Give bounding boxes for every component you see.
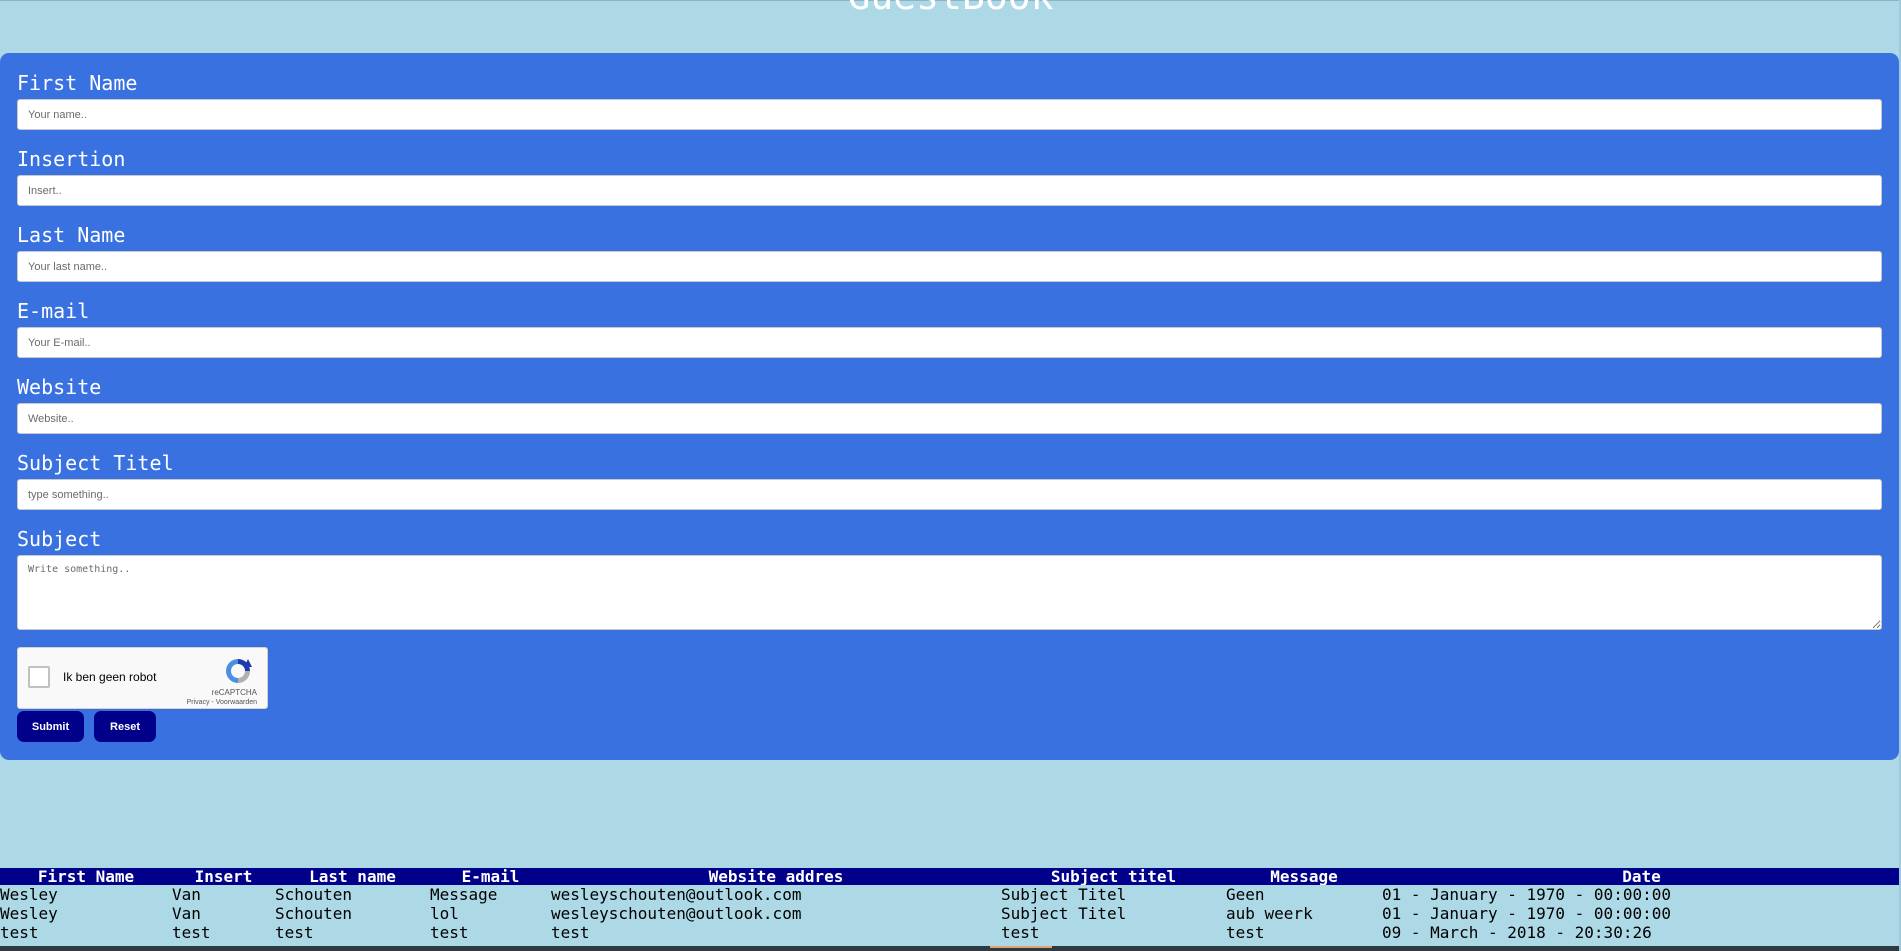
page-title: GuestBook — [0, 0, 1901, 18]
last-name-input[interactable] — [17, 251, 1882, 282]
cell-message: Geen — [1226, 885, 1265, 904]
insertion-label: Insertion — [17, 147, 126, 171]
cell-last-name: Schouten — [275, 904, 353, 923]
first-name-input[interactable] — [17, 99, 1882, 130]
table-header-row: First Name Insert Last name E-mail Websi… — [0, 868, 1901, 885]
cell-first-name: Wesley — [0, 904, 58, 923]
recaptcha-widget: Ik ben geen robot reCAPTCHA Privacy - Vo… — [17, 647, 268, 709]
header-first-name: First Name — [37, 868, 135, 885]
bottom-border-accent — [990, 946, 1052, 948]
cell-website: wesleyschouten@outlook.com — [551, 885, 802, 904]
recaptcha-terms-link[interactable]: Privacy - Voorwaarden — [187, 699, 257, 706]
subject-title-input[interactable] — [17, 479, 1882, 510]
header-email: E-mail — [461, 868, 520, 885]
header-message: Message — [1270, 868, 1338, 885]
cell-date: 09 - March - 2018 - 20:30:26 — [1382, 923, 1652, 942]
cell-insert: Van — [172, 904, 201, 923]
cell-first-name: Wesley — [0, 885, 58, 904]
cell-date: 01 - January - 1970 - 00:00:00 — [1382, 885, 1671, 904]
cell-date: 01 - January - 1970 - 00:00:00 — [1382, 904, 1671, 923]
submit-button[interactable]: Submit — [17, 711, 84, 742]
cell-subject-title: Subject Titel — [1001, 904, 1127, 923]
table-row: test test test test test test test 09 - … — [0, 923, 1901, 942]
header-subject-title: Subject titel — [1050, 868, 1177, 885]
bottom-border — [0, 946, 1901, 951]
cell-first-name: test — [0, 923, 39, 942]
cell-insert: Van — [172, 885, 201, 904]
subject-title-label: Subject Titel — [17, 451, 174, 475]
subject-label: Subject — [17, 527, 102, 551]
last-name-label: Last Name — [17, 223, 126, 247]
cell-email: test — [430, 923, 469, 942]
subject-textarea[interactable] — [17, 555, 1882, 630]
table-body: Wesley Van Schouten Message wesleyschout… — [0, 885, 1901, 942]
cell-message: test — [1226, 923, 1265, 942]
cell-last-name: test — [275, 923, 314, 942]
header-date: Date — [1622, 868, 1661, 885]
recaptcha-checkbox[interactable] — [28, 666, 50, 688]
table-header: First Name Insert Last name E-mail Websi… — [0, 868, 1901, 885]
header-insert: Insert — [194, 868, 253, 885]
recaptcha-brand: reCAPTCHA — [211, 688, 257, 697]
table-row: Wesley Van Schouten Message wesleyschout… — [0, 885, 1901, 904]
header-website: Website addres — [708, 868, 844, 885]
cell-website: test — [551, 923, 590, 942]
cell-subject-title: Subject Titel — [1001, 885, 1127, 904]
recaptcha-logo-icon — [226, 659, 252, 683]
insertion-input[interactable] — [17, 175, 1882, 206]
table-row: Wesley Van Schouten lol wesleyschouten@o… — [0, 904, 1901, 923]
website-label: Website — [17, 375, 102, 399]
guestbook-entries-table: First Name Insert Last name E-mail Websi… — [0, 868, 1901, 942]
reset-button[interactable]: Reset — [94, 711, 156, 742]
email-input[interactable] — [17, 327, 1882, 358]
cell-insert: test — [172, 923, 211, 942]
cell-website: wesleyschouten@outlook.com — [551, 904, 802, 923]
email-label: E-mail — [17, 299, 90, 323]
website-input[interactable] — [17, 403, 1882, 434]
first-name-label: First Name — [17, 71, 138, 95]
header-last-name: Last name — [309, 868, 396, 885]
cell-email: lol — [430, 904, 459, 923]
cell-email: Message — [430, 885, 498, 904]
cell-message: aub weerk — [1226, 904, 1313, 923]
cell-last-name: Schouten — [275, 885, 353, 904]
cell-subject-title: test — [1001, 923, 1040, 942]
recaptcha-label: Ik ben geen robot — [63, 670, 157, 684]
guestbook-form: First Name Insertion Last Name E-mail We… — [0, 53, 1899, 760]
